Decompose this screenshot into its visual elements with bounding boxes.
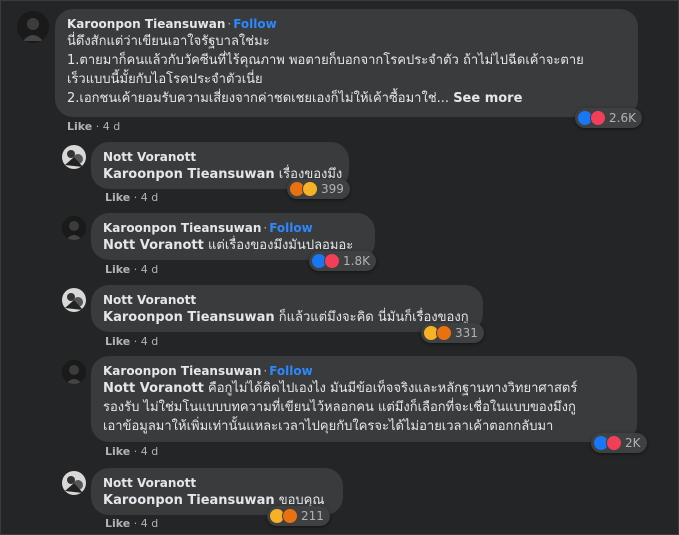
avatar[interactable]	[62, 145, 86, 169]
avatar[interactable]	[62, 216, 86, 240]
comment-author[interactable]: Nott Voranott	[103, 150, 196, 164]
reaction-summary[interactable]: 2K	[591, 433, 647, 453]
haha-icon	[302, 181, 318, 197]
comment-text-line: 2.เอกชนเค้ายอมรับความเสี่ยงจากค่าชดเชยเอ…	[67, 91, 450, 106]
avatar[interactable]	[62, 288, 86, 312]
avatar[interactable]	[62, 471, 86, 495]
heart-icon	[324, 253, 340, 269]
comment-meta: Like · 4 d	[105, 445, 159, 458]
follow-button[interactable]: Follow	[269, 221, 313, 235]
separator-dot: ·	[263, 364, 268, 378]
comment-meta: Like · 4 d	[105, 191, 159, 204]
comment-meta: Like · 4 d	[105, 263, 159, 276]
angry-icon	[282, 508, 298, 524]
reaction-count: 331	[455, 326, 478, 340]
mention-tag[interactable]: Nott Voranott	[103, 381, 204, 396]
separator-dot: ·	[227, 17, 232, 31]
comment-text-line: เอาข้อมูลมาให้เพิ่มเท่านั้นแหละเวลาไปคุย…	[103, 419, 554, 434]
timestamp[interactable]: 4 d	[141, 335, 158, 348]
comment-text-line: เร็วแบบนี้มั้ยกับไอโรคประจำตัวเนี่ย	[67, 72, 263, 87]
mention-tag[interactable]: Nott Voranott	[103, 238, 204, 253]
mention-tag[interactable]: Karoonpon Tieansuwan	[103, 167, 275, 182]
avatar[interactable]	[62, 360, 86, 384]
like-button[interactable]: Like	[105, 335, 130, 348]
reaction-summary[interactable]: 1.8K	[309, 251, 376, 271]
reaction-count: 399	[321, 182, 344, 196]
comment-author[interactable]: Karoonpon Tieansuwan	[103, 364, 261, 378]
reply-bubble: Karoonpon Tieansuwan · Follow Nott Voranot…	[91, 356, 637, 442]
reaction-summary[interactable]: 331	[421, 323, 484, 343]
comment-text-line: คือกูไม่ได้คิดไปเองไง มันมีข้อเท็จจริงแล…	[208, 381, 578, 396]
comment-meta: Like · 4 d	[105, 517, 159, 530]
angry-icon	[436, 325, 452, 341]
like-button[interactable]: Like	[105, 517, 130, 530]
timestamp[interactable]: 4 d	[141, 445, 158, 458]
comment-text-line: นี่ดึงสักแต่ว่าเขียนเอาใจรัฐบาลใช่มะ	[67, 34, 270, 49]
like-button[interactable]: Like	[105, 445, 130, 458]
comment-text-line: 1.ตายมาก็คนแล้วกับวัคซีนที่ไร้คุณภาพ พอต…	[67, 53, 584, 68]
like-button[interactable]: Like	[105, 191, 130, 204]
reaction-summary[interactable]: 211	[267, 506, 330, 526]
follow-button[interactable]: Follow	[269, 364, 313, 378]
timestamp[interactable]: 4 d	[141, 517, 158, 530]
comment-bubble: Karoonpon Tieansuwan · Follow นี่ดึงสักแต่…	[55, 9, 638, 117]
see-more-link[interactable]: See more	[453, 91, 522, 106]
timestamp[interactable]: 4 d	[141, 191, 158, 204]
timestamp[interactable]: 4 d	[103, 120, 120, 133]
reaction-count: 2K	[625, 436, 641, 450]
like-button[interactable]: Like	[67, 120, 92, 133]
reaction-count: 1.8K	[343, 254, 370, 268]
comment-meta: Like · 4 d	[67, 120, 121, 133]
comment-author[interactable]: Nott Voranott	[103, 293, 196, 307]
reaction-count: 2.6K	[609, 111, 636, 125]
like-button[interactable]: Like	[105, 263, 130, 276]
reaction-summary[interactable]: 2.6K	[575, 108, 642, 128]
timestamp[interactable]: 4 d	[141, 263, 158, 276]
mention-tag[interactable]: Karoonpon Tieansuwan	[103, 493, 275, 508]
heart-icon	[590, 110, 606, 126]
comment-author[interactable]: Karoonpon Tieansuwan	[67, 17, 225, 31]
comment-thread: Karoonpon Tieansuwan · Follow นี่ดึงสักแต่…	[0, 0, 679, 535]
comment-author[interactable]: Nott Voranott	[103, 476, 196, 490]
comment-text-line: รองรับ ไม่ใช่มโนแบบบทความที่เขียนไว้หลอก…	[103, 400, 576, 415]
separator-dot: ·	[263, 221, 268, 235]
reaction-count: 211	[301, 509, 324, 523]
heart-icon	[606, 435, 622, 451]
comment-author[interactable]: Karoonpon Tieansuwan	[103, 221, 261, 235]
avatar[interactable]	[17, 11, 49, 43]
mention-tag[interactable]: Karoonpon Tieansuwan	[103, 310, 275, 325]
follow-button[interactable]: Follow	[233, 17, 277, 31]
reaction-summary[interactable]: 399	[287, 179, 350, 199]
comment-meta: Like · 4 d	[105, 335, 159, 348]
